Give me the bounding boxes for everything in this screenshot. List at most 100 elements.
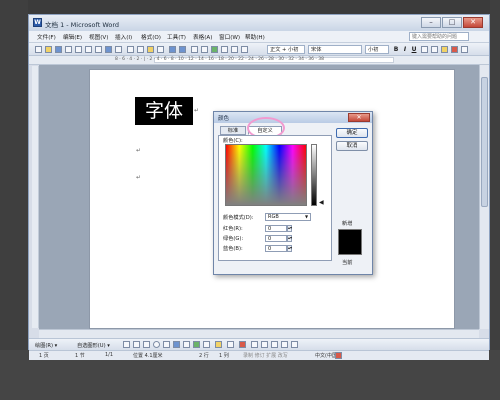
menu-tools[interactable]: 工具(T) xyxy=(167,33,186,41)
new-document-icon[interactable] xyxy=(35,46,42,53)
dash-style-icon[interactable] xyxy=(261,341,268,348)
red-spinner[interactable]: ▴▾ xyxy=(287,225,292,232)
line-icon[interactable] xyxy=(123,341,130,348)
vertical-ruler[interactable] xyxy=(32,66,39,328)
highlight-icon[interactable] xyxy=(441,46,448,53)
menu-help[interactable]: 帮助(H) xyxy=(245,33,265,41)
draw-menu[interactable]: 绘图(R) ▾ xyxy=(35,342,57,349)
diagram-icon[interactable] xyxy=(183,341,190,348)
status-page-of: 1/1 xyxy=(105,352,114,358)
blue-input[interactable]: 0 xyxy=(265,245,287,252)
oval-icon[interactable] xyxy=(153,341,160,348)
bold-button[interactable]: B xyxy=(392,45,400,54)
maximize-button[interactable]: □ xyxy=(442,17,462,28)
align-left-icon[interactable] xyxy=(421,46,428,53)
new-color-label: 新增 xyxy=(342,221,353,227)
italic-button[interactable]: I xyxy=(401,45,409,54)
research-icon[interactable] xyxy=(115,46,122,53)
align-center-icon[interactable] xyxy=(431,46,438,53)
horizontal-scrollbar[interactable] xyxy=(39,329,479,338)
status-bar: 1 页 1 节 1/1 位置 4.1厘米 2 行 1 列 录制 修订 扩展 改写… xyxy=(29,350,489,360)
cut-icon[interactable] xyxy=(127,46,134,53)
minimize-button[interactable]: – xyxy=(421,17,441,28)
toolbar-options-icon[interactable] xyxy=(461,46,468,53)
autoshapes-menu[interactable]: 自选图形(U) ▾ xyxy=(77,342,110,349)
red-input[interactable]: 0 xyxy=(265,225,287,232)
arrow-style-icon[interactable] xyxy=(271,341,278,348)
format-painter-icon[interactable] xyxy=(157,46,164,53)
open-folder-icon[interactable] xyxy=(45,46,52,53)
wordart-icon[interactable] xyxy=(173,341,180,348)
dialog-title-bar[interactable]: 颜色 ✕ xyxy=(214,112,372,123)
standard-toolbar: 正文 + 小初 宋体 小初 B I U xyxy=(29,43,489,56)
luminance-pointer-icon[interactable]: ◀ xyxy=(319,199,324,206)
menu-edit[interactable]: 编辑(E) xyxy=(63,33,82,41)
horizontal-ruler[interactable]: 8 · 6 · 4 · 2 · | · 2 · 4 · 6 · 8 · 10 ·… xyxy=(29,56,489,65)
font-select[interactable]: 宋体 xyxy=(308,45,362,54)
dialog-title: 颜色 xyxy=(218,116,230,122)
ruler-ticks: 8 · 6 · 4 · 2 · | · 2 · 4 · 6 · 8 · 10 ·… xyxy=(115,57,325,62)
permission-icon[interactable] xyxy=(65,46,72,53)
status-modes[interactable]: 录制 修订 扩展 改写 xyxy=(243,352,288,359)
hyperlink-icon[interactable] xyxy=(191,46,198,53)
menu-window[interactable]: 窗口(W) xyxy=(219,33,240,41)
3d-icon[interactable] xyxy=(291,341,298,348)
rectangle-icon[interactable] xyxy=(143,341,150,348)
font-color-draw-icon[interactable] xyxy=(239,341,246,348)
ok-button[interactable]: 确定 xyxy=(336,128,368,138)
selected-heading-text[interactable]: 字体 xyxy=(135,97,193,125)
cancel-button[interactable]: 取消 xyxy=(336,141,368,151)
menu-insert[interactable]: 插入(I) xyxy=(115,33,132,41)
table-icon[interactable] xyxy=(201,46,208,53)
close-button[interactable]: ✕ xyxy=(463,17,483,28)
blue-spinner[interactable]: ▴▾ xyxy=(287,245,292,252)
green-input[interactable]: 0 xyxy=(265,235,287,242)
copy-icon[interactable] xyxy=(137,46,144,53)
spelling-status-icon[interactable] xyxy=(335,352,342,359)
title-bar[interactable]: W 文档 1 - Microsoft Word – □ ✕ xyxy=(29,15,489,31)
status-line: 2 行 xyxy=(199,353,209,359)
status-position: 位置 4.1厘米 xyxy=(133,353,163,359)
undo-icon[interactable] xyxy=(169,46,176,53)
drawing-icon[interactable] xyxy=(231,46,238,53)
menu-view[interactable]: 视图(V) xyxy=(89,33,108,41)
textbox-icon[interactable] xyxy=(163,341,170,348)
columns-icon[interactable] xyxy=(221,46,228,53)
print-preview-icon[interactable] xyxy=(95,46,102,53)
shadow-icon[interactable] xyxy=(281,341,288,348)
line-style-icon[interactable] xyxy=(251,341,258,348)
spelling-icon[interactable] xyxy=(105,46,112,53)
scroll-thumb[interactable] xyxy=(481,77,488,207)
email-icon[interactable] xyxy=(75,46,82,53)
print-icon[interactable] xyxy=(85,46,92,53)
luminance-slider[interactable] xyxy=(311,144,317,206)
chevron-down-icon[interactable]: ▼ xyxy=(303,214,310,220)
style-select[interactable]: 正文 + 小初 xyxy=(267,45,305,54)
dialog-close-button[interactable]: ✕ xyxy=(348,113,370,122)
line-color-icon[interactable] xyxy=(227,341,234,348)
menu-format[interactable]: 格式(O) xyxy=(141,33,161,41)
blue-label: 蓝色(B): xyxy=(223,246,243,252)
redo-icon[interactable] xyxy=(179,46,186,53)
tab-standard[interactable]: 标准 xyxy=(220,126,246,135)
font-size-select[interactable]: 小初 xyxy=(365,45,389,54)
underline-button[interactable]: U xyxy=(410,45,418,54)
color-dialog: 颜色 ✕ 标准 自定义 颜色(C): ◀ 颜色模式(D): RGB ▼ 红色(R… xyxy=(213,111,373,275)
arrow-icon[interactable] xyxy=(133,341,140,348)
desktop-right xyxy=(490,0,500,400)
show-hide-icon[interactable] xyxy=(241,46,248,53)
fill-color-icon[interactable] xyxy=(215,341,222,348)
color-spectrum[interactable] xyxy=(225,144,307,206)
save-icon[interactable] xyxy=(55,46,62,53)
green-spinner[interactable]: ▴▾ xyxy=(287,235,292,242)
help-search-input[interactable]: 键入需要帮助的问题 xyxy=(409,32,469,41)
clipart-icon[interactable] xyxy=(193,341,200,348)
excel-icon[interactable] xyxy=(211,46,218,53)
font-color-icon[interactable] xyxy=(451,46,458,53)
menu-file[interactable]: 文件(F) xyxy=(37,33,56,41)
picture-icon[interactable] xyxy=(203,341,210,348)
vertical-scrollbar[interactable] xyxy=(479,65,489,329)
menu-table[interactable]: 表格(A) xyxy=(193,33,212,41)
window-title: 文档 1 - Microsoft Word xyxy=(45,21,120,29)
paste-icon[interactable] xyxy=(147,46,154,53)
